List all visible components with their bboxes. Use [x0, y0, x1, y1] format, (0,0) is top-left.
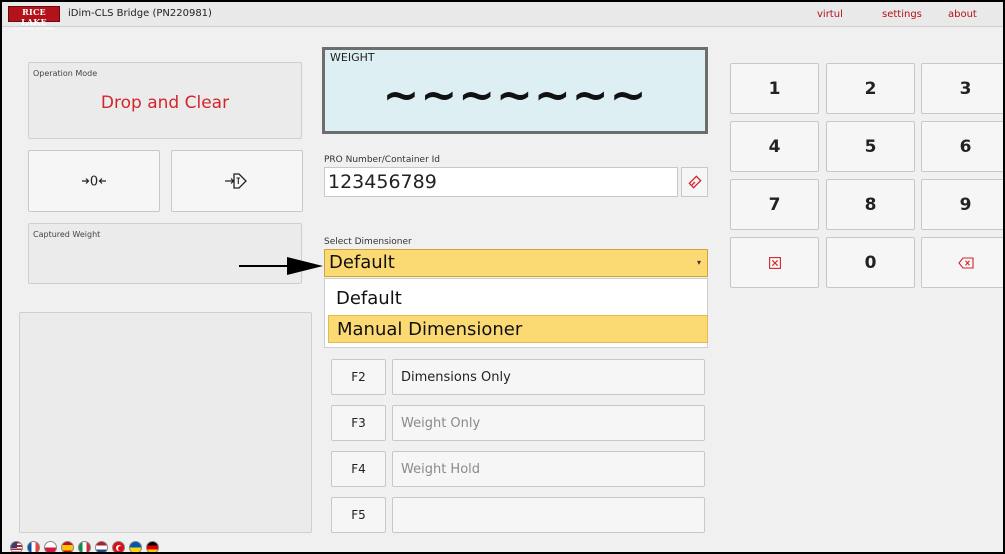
- zero-icon: 0: [82, 175, 106, 190]
- backspace-icon: [957, 256, 974, 269]
- operation-mode-panel[interactable]: Operation Mode Drop and Clear: [28, 62, 302, 139]
- keypad-5[interactable]: 5: [826, 121, 915, 172]
- keypad-4[interactable]: 4: [730, 121, 819, 172]
- f5-function-button[interactable]: [392, 497, 705, 533]
- pro-number-label: PRO Number/Container Id: [324, 155, 441, 165]
- zero-button[interactable]: 0: [28, 150, 160, 212]
- info-panel: [19, 312, 312, 533]
- dropdown-option-default[interactable]: Default: [328, 285, 708, 313]
- clear-x-icon: [768, 256, 781, 269]
- f5-key[interactable]: F5: [331, 497, 386, 533]
- dimensioner-dropdown-list: Default Manual Dimensioner: [324, 278, 708, 348]
- weight-display: WEIGHT ~~~~~~~: [322, 47, 708, 134]
- clear-field-button[interactable]: [681, 167, 708, 197]
- virtual-link[interactable]: virtul: [817, 9, 843, 20]
- weight-only-button[interactable]: Weight Only: [392, 405, 705, 441]
- flag-fr-icon[interactable]: [27, 541, 40, 552]
- flag-pl-icon[interactable]: [44, 541, 57, 552]
- pro-number-input[interactable]: 123456789: [324, 167, 678, 197]
- keypad-1[interactable]: 1: [730, 63, 819, 114]
- tare-button[interactable]: [171, 150, 303, 212]
- weight-value: ~~~~~~~: [382, 70, 648, 121]
- operation-mode-value: Drop and Clear: [100, 93, 230, 113]
- flag-us-icon[interactable]: [10, 541, 23, 552]
- keypad-7[interactable]: 7: [730, 179, 819, 230]
- tare-icon: [225, 173, 247, 189]
- f2-key[interactable]: F2: [331, 359, 386, 395]
- operation-mode-label: Operation Mode: [33, 69, 98, 78]
- title-bar: RICE LAKE WEIGHING SYSTEMS iDim-CLS Brid…: [2, 2, 1003, 31]
- chevron-down-icon: ▾: [696, 258, 701, 267]
- dimensions-only-button[interactable]: Dimensions Only: [392, 359, 705, 395]
- dimensioner-selected-value: Default: [329, 252, 395, 273]
- dropdown-option-manual-dimensioner[interactable]: Manual Dimensioner: [328, 315, 708, 343]
- logo-text: RICE LAKE: [21, 7, 47, 27]
- app-window: RICE LAKE WEIGHING SYSTEMS iDim-CLS Brid…: [0, 0, 1005, 554]
- flag-nl-icon[interactable]: [95, 541, 108, 552]
- keypad-0[interactable]: 0: [826, 237, 915, 288]
- keypad-2[interactable]: 2: [826, 63, 915, 114]
- dimensioner-label: Select Dimensioner: [324, 237, 412, 247]
- settings-link[interactable]: settings: [882, 9, 922, 20]
- arrow-pointer-icon: [239, 257, 323, 275]
- captured-weight-label: Captured Weight: [33, 230, 101, 239]
- logo-subtext: WEIGHING SYSTEMS: [13, 27, 55, 31]
- keypad-3[interactable]: 3: [921, 63, 1003, 114]
- flag-it-icon[interactable]: [78, 541, 91, 552]
- weight-label: WEIGHT: [330, 51, 375, 64]
- keypad-6[interactable]: 6: [921, 121, 1003, 172]
- rice-lake-logo: RICE LAKE WEIGHING SYSTEMS: [8, 6, 60, 31]
- flag-de-icon[interactable]: [146, 541, 159, 552]
- keypad-backspace-button[interactable]: [921, 237, 1003, 288]
- f4-key[interactable]: F4: [331, 451, 386, 487]
- flag-tr-icon[interactable]: [112, 541, 125, 552]
- weight-hold-button[interactable]: Weight Hold: [392, 451, 705, 487]
- keypad-9[interactable]: 9: [921, 179, 1003, 230]
- dimensioner-select[interactable]: Default ▾: [324, 249, 708, 277]
- about-link[interactable]: about: [948, 9, 977, 20]
- keypad-8[interactable]: 8: [826, 179, 915, 230]
- eraser-icon: [687, 175, 702, 189]
- svg-text:0: 0: [90, 175, 98, 190]
- f3-key[interactable]: F3: [331, 405, 386, 441]
- flag-ua-icon[interactable]: [129, 541, 142, 552]
- app-title: iDim-CLS Bridge (PN220981): [68, 8, 212, 19]
- keypad-clear-button[interactable]: [730, 237, 819, 288]
- flag-es-icon[interactable]: [61, 541, 74, 552]
